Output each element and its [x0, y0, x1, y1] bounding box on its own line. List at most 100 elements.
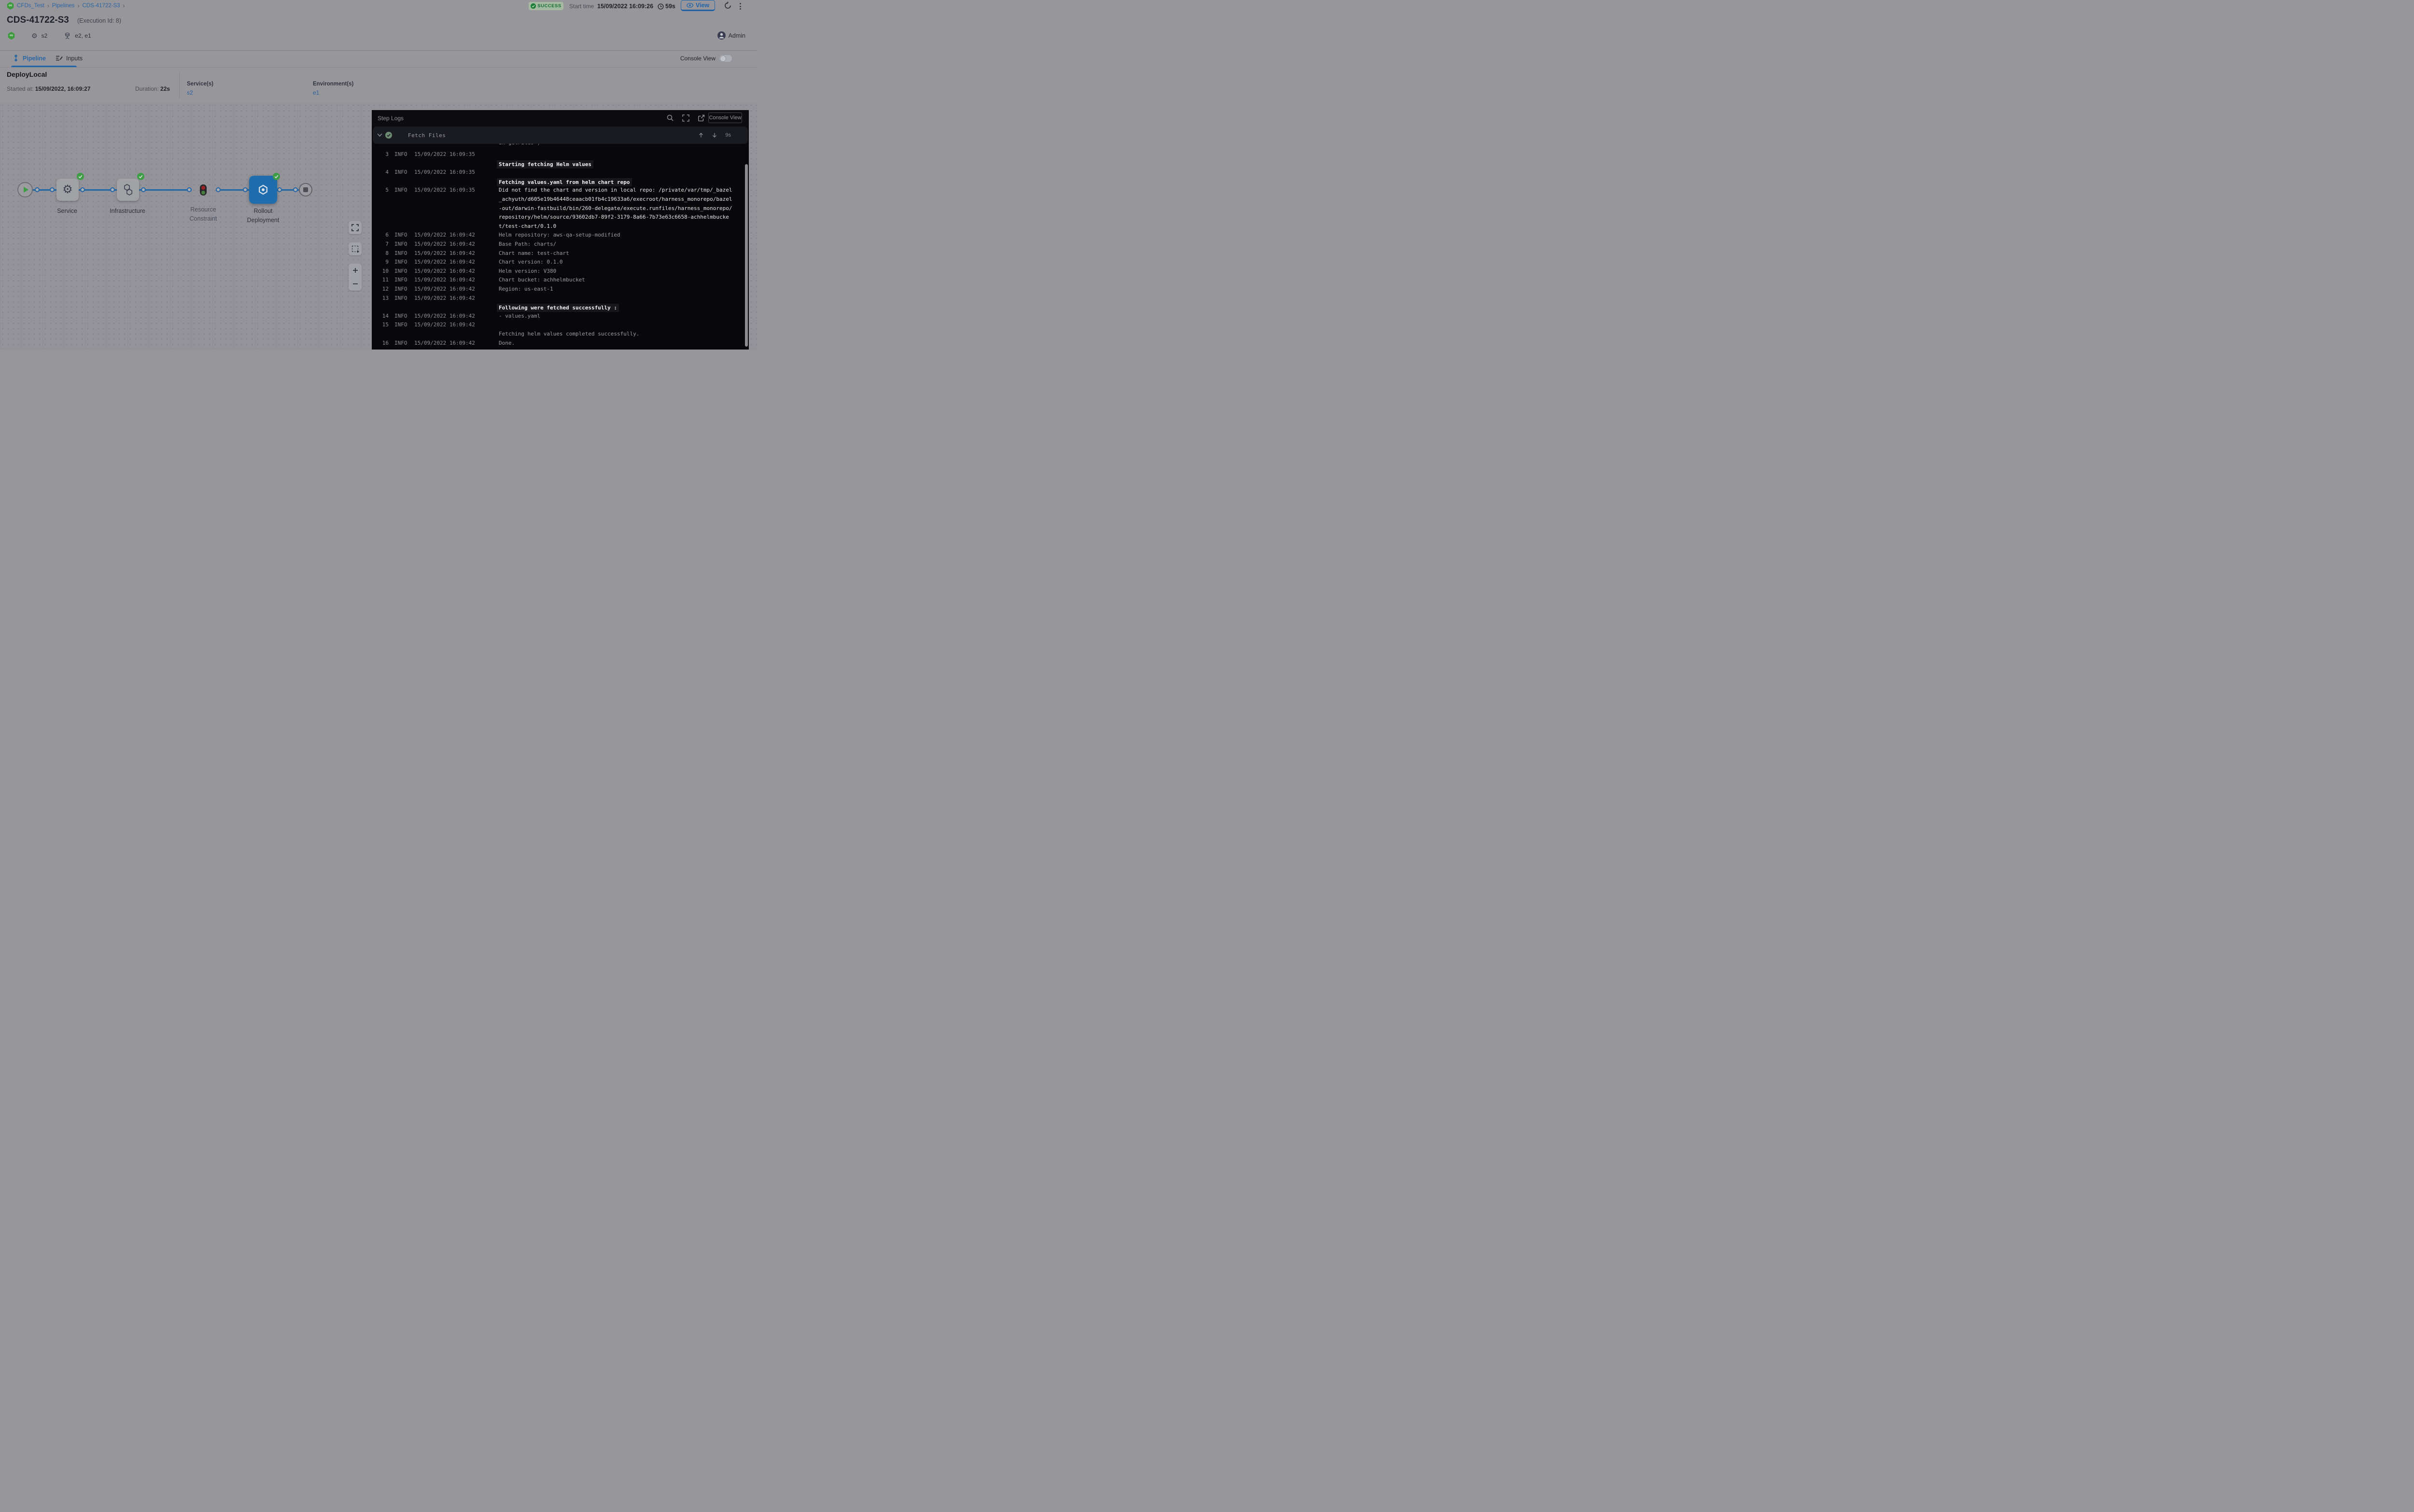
link-endpoint: [35, 187, 40, 192]
traffic-red-icon: [201, 186, 205, 190]
tab-pipeline[interactable]: Pipeline: [13, 55, 46, 62]
service-name[interactable]: s2: [42, 32, 48, 39]
environment-link[interactable]: e1: [313, 89, 319, 96]
canvas-fullscreen-button[interactable]: [349, 221, 362, 234]
link-endpoint: [141, 187, 146, 192]
open-in-new-icon[interactable]: [698, 114, 705, 122]
log-scrollbar[interactable]: [745, 164, 748, 347]
link-endpoint: [243, 187, 248, 192]
step-success-icon: [385, 132, 392, 139]
success-badge-icon: [273, 173, 280, 180]
step-row-fetch-files[interactable]: Fetch Files 9s: [373, 126, 748, 144]
link-endpoint: [277, 187, 282, 192]
log-line: 13INFO15/09/2022 16:09:42: [372, 295, 749, 302]
fullscreen-icon: [351, 224, 359, 231]
helm-icon: [257, 184, 269, 196]
start-time-value: 15/09/2022 16:09:26: [597, 3, 653, 10]
chevron-right-icon: ›: [47, 2, 49, 9]
log-line: 6INFO15/09/2022 16:09:42Helm repository:…: [372, 232, 749, 239]
environments-label: Environment(s): [313, 81, 353, 87]
search-icon[interactable]: [667, 114, 674, 122]
step-name: Fetch Files: [408, 132, 446, 139]
refresh-icon[interactable]: [724, 1, 732, 10]
log-line: 9INFO15/09/2022 16:09:42Chart version: 0…: [372, 259, 749, 266]
chevron-down-icon[interactable]: [377, 132, 384, 140]
harness-cd-icon: ∞: [7, 2, 14, 10]
stage-name: DeployLocal: [7, 70, 47, 78]
start-node: [17, 182, 33, 197]
node-label-resource-constraint: Resource Constraint: [180, 205, 226, 224]
expand-icon[interactable]: [682, 114, 690, 122]
graph-link: [139, 189, 192, 191]
view-button-label: View: [696, 2, 709, 9]
more-options-icon[interactable]: [738, 2, 743, 11]
console-view-button[interactable]: Console View: [708, 112, 742, 123]
log-line: Starting fetching Helm values: [372, 160, 749, 168]
chevron-right-icon: ›: [78, 2, 80, 9]
node-infrastructure[interactable]: [117, 179, 139, 201]
log-line: 5INFO15/09/2022 16:09:35Did not find the…: [372, 187, 749, 194]
user-menu[interactable]: Admin: [717, 31, 745, 40]
log-line: in getFiles ): [372, 144, 749, 147]
log-line: 10INFO15/09/2022 16:09:42Helm version: V…: [372, 268, 749, 275]
link-endpoint: [216, 187, 221, 192]
zoom-out-button[interactable]: [349, 277, 362, 291]
link-endpoint: [80, 187, 85, 192]
log-line: 15INFO15/09/2022 16:09:42: [372, 322, 749, 329]
log-line: Fetching values.yaml from helm chart rep…: [372, 178, 749, 185]
step-duration: 9s: [725, 132, 731, 138]
traffic-green-icon: [201, 191, 205, 195]
stop-icon: [303, 187, 308, 192]
log-line: repository/helm/source/93602db7-89f2-317…: [372, 214, 749, 221]
minus-icon: [352, 280, 359, 287]
breadcrumb-pipelines[interactable]: Pipelines: [52, 3, 75, 9]
divider: [179, 72, 180, 99]
breadcrumb-project[interactable]: CFDs_Test: [17, 3, 44, 9]
chevron-right-icon: ›: [123, 2, 125, 9]
status-badge: SUCCESS: [529, 2, 563, 10]
tab-pipeline-label: Pipeline: [23, 55, 46, 62]
tab-inputs[interactable]: Inputs: [56, 55, 83, 62]
execution-meta: ∞ ⚙ s2 e2, e1: [8, 31, 91, 40]
console-view-toggle[interactable]: [719, 55, 732, 62]
pipeline-execution-page: ∞ CFDs_Test › Pipelines › CDS-41722-S3 ›…: [0, 0, 757, 350]
harness-cd-icon: ∞: [8, 32, 15, 40]
gear-icon: ⚙: [62, 184, 73, 196]
success-badge-icon: [137, 173, 144, 180]
log-line: 11INFO15/09/2022 16:09:42Chart bucket: a…: [372, 277, 749, 284]
tab-inputs-label: Inputs: [66, 55, 83, 62]
log-body[interactable]: in getFiles ) 3INFO15/09/2022 16:09:35 Sta…: [372, 144, 749, 350]
environment-icon: [64, 32, 71, 40]
active-tab-indicator: [11, 66, 77, 68]
clock-icon: [658, 3, 664, 10]
play-icon: [24, 187, 28, 193]
link-endpoint: [110, 187, 115, 192]
services-label: Service(s): [187, 81, 213, 87]
infrastructure-icon: [122, 183, 134, 196]
environment-names[interactable]: e2, e1: [75, 32, 91, 39]
log-line: 14INFO15/09/2022 16:09:42- values.yaml: [372, 313, 749, 320]
eye-icon: [687, 3, 693, 8]
plus-icon: [352, 267, 359, 274]
zoom-in-button[interactable]: [349, 264, 362, 277]
scroll-down-icon[interactable]: [712, 132, 717, 138]
marquee-select-icon: [352, 246, 358, 252]
log-line: 16INFO15/09/2022 16:09:42Done.: [372, 340, 749, 347]
node-label-rollout-deployment: Rollout Deployment: [240, 207, 286, 225]
log-line: 3INFO15/09/2022 16:09:35: [372, 151, 749, 158]
avatar: [717, 31, 726, 40]
step-controls: 9s: [698, 132, 731, 138]
user-name: Admin: [729, 32, 745, 39]
service-link[interactable]: s2: [187, 89, 193, 96]
breadcrumb: ∞ CFDs_Test › Pipelines › CDS-41722-S3 ›: [7, 1, 125, 10]
log-line: 12INFO15/09/2022 16:09:42Region: us-east…: [372, 286, 749, 293]
node-service[interactable]: ⚙: [56, 179, 79, 201]
console-view-label: Console View: [680, 55, 716, 62]
node-resource-constraint[interactable]: [200, 184, 207, 196]
breadcrumb-pipeline-name[interactable]: CDS-41722-S3: [83, 3, 120, 9]
link-endpoint: [187, 187, 192, 192]
canvas-select-button[interactable]: [349, 242, 362, 255]
link-endpoint: [293, 187, 298, 192]
scroll-up-icon[interactable]: [698, 132, 704, 138]
view-button[interactable]: View: [681, 0, 715, 11]
